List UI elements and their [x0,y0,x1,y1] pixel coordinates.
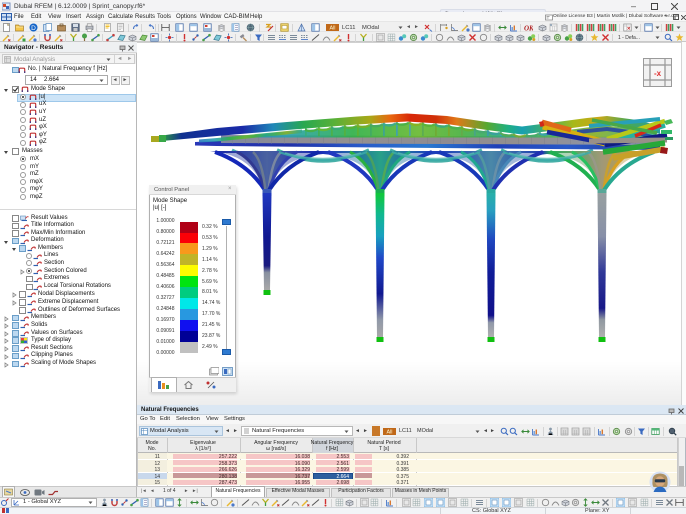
svg-text:OK: OK [524,25,533,33]
svg-text:D: D [31,25,36,32]
svg-text:All: All [329,26,335,32]
svg-text:All: All [386,429,392,435]
